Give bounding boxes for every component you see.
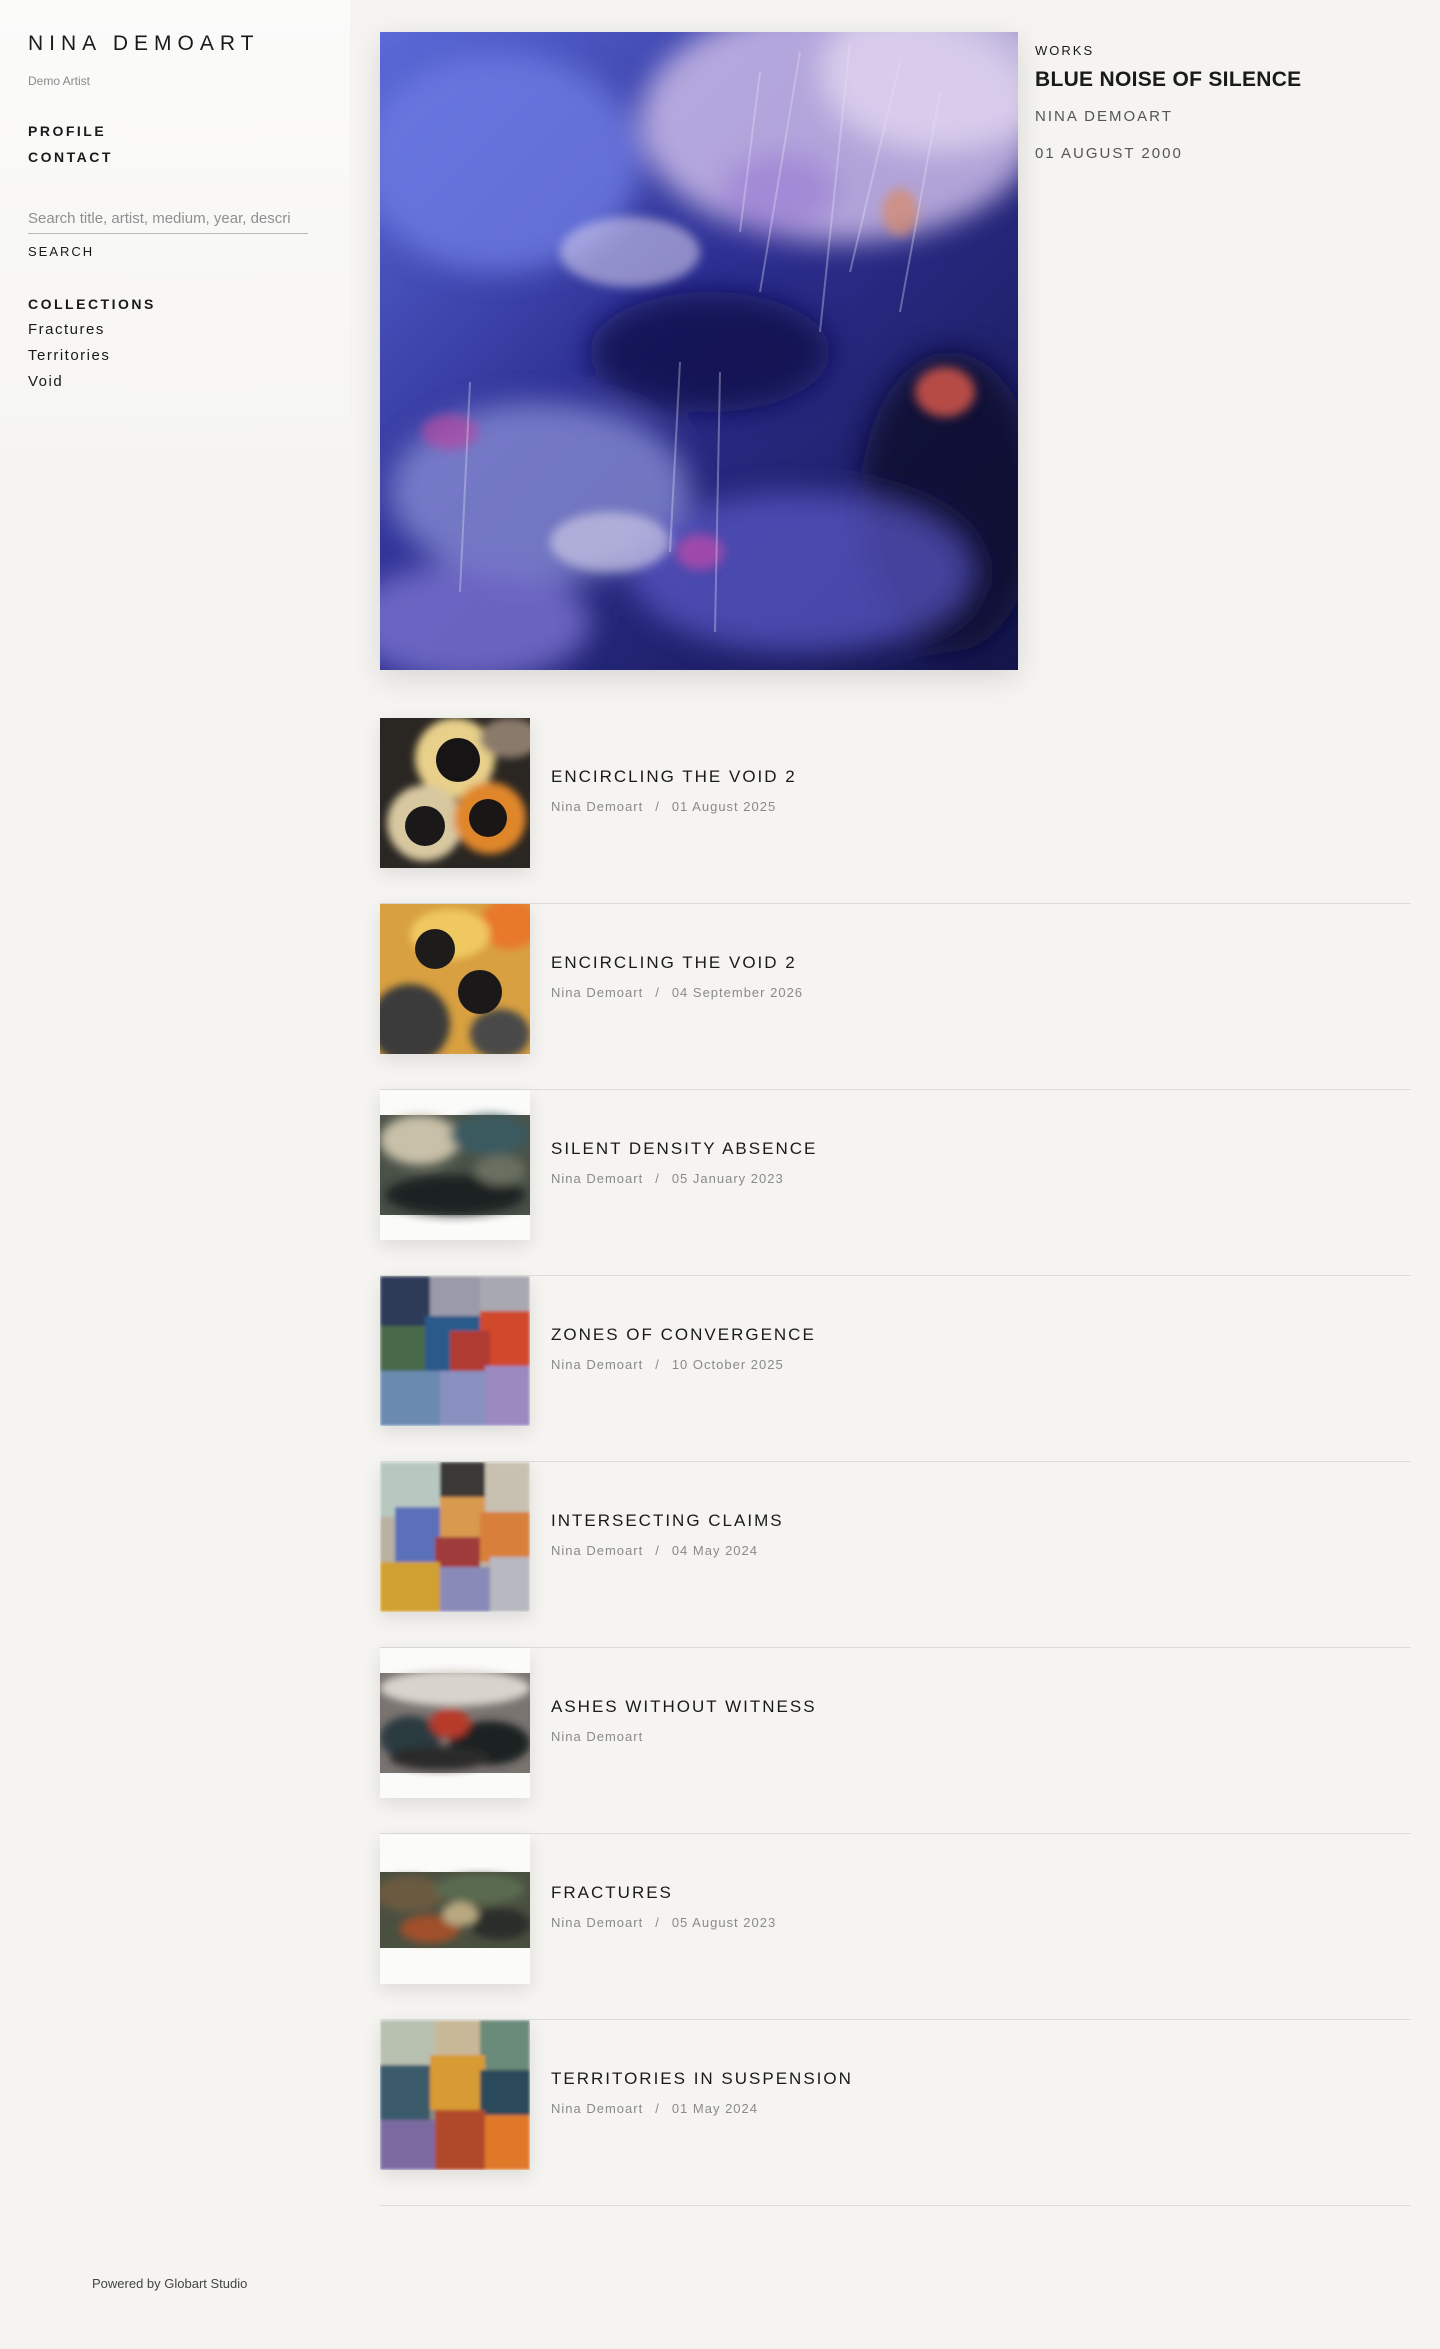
work-artist: Nina Demoart xyxy=(551,1171,644,1186)
work-text: TERRITORIES IN SUSPENSION Nina Demoart / 0… xyxy=(551,2069,853,2116)
featured-artwork-image[interactable] xyxy=(380,32,1018,670)
work-artist: Nina Demoart xyxy=(551,2101,644,2116)
work-text: INTERSECTING CLAIMS Nina Demoart / 04 May … xyxy=(551,1511,784,1558)
page: NINA DEMOART Demo Artist PROFILE CONTACT… xyxy=(0,0,1440,2349)
collection-link-territories[interactable]: Territories xyxy=(28,343,322,369)
work-thumbnail[interactable] xyxy=(380,2020,530,2170)
work-date: 04 September 2026 xyxy=(671,985,804,1000)
work-text: FRACTURES Nina Demoart / 05 August 2023 xyxy=(551,1883,776,1930)
work-meta: Nina Demoart / 01 August 2025 xyxy=(551,799,797,814)
work-row[interactable]: FRACTURES Nina Demoart / 05 August 2023 xyxy=(380,1834,1411,2020)
work-artist: Nina Demoart xyxy=(551,1543,644,1558)
work-title[interactable]: ENCIRCLING THE VOID 2 xyxy=(551,767,797,787)
nav-profile-link[interactable]: PROFILE xyxy=(28,118,322,144)
work-meta: Nina Demoart / 04 May 2024 xyxy=(551,1543,784,1558)
nav-contact-link[interactable]: CONTACT xyxy=(28,144,322,170)
work-artist: Nina Demoart xyxy=(551,799,644,814)
work-text: ENCIRCLING THE VOID 2 Nina Demoart / 01 Au… xyxy=(551,767,797,814)
footer-credit[interactable]: Powered by Globart Studio xyxy=(92,2276,247,2291)
work-title[interactable]: TERRITORIES IN SUSPENSION xyxy=(551,2069,853,2089)
work-title[interactable]: ZONES OF CONVERGENCE xyxy=(551,1325,816,1345)
work-title[interactable]: ASHES WITHOUT WITNESS xyxy=(551,1697,817,1717)
meta-separator: / xyxy=(655,2101,660,2116)
work-meta: Nina Demoart / 01 May 2024 xyxy=(551,2101,853,2116)
work-text: SILENT DENSITY ABSENCE Nina Demoart / 05 J… xyxy=(551,1139,817,1186)
work-row[interactable]: ASHES WITHOUT WITNESS Nina Demoart xyxy=(380,1648,1411,1834)
meta-separator: / xyxy=(655,985,660,1000)
work-text: ZONES OF CONVERGENCE Nina Demoart / 10 Oct… xyxy=(551,1325,816,1372)
work-date: 05 August 2023 xyxy=(671,1915,777,1930)
work-title[interactable]: SILENT DENSITY ABSENCE xyxy=(551,1139,817,1159)
work-row[interactable]: SILENT DENSITY ABSENCE Nina Demoart / 05 J… xyxy=(380,1090,1411,1276)
meta-separator: / xyxy=(655,1357,660,1372)
featured-artist: NINA DEMOART xyxy=(1035,108,1173,125)
search-input[interactable] xyxy=(28,204,308,234)
work-text: ENCIRCLING THE VOID 2 Nina Demoart / 04 Se… xyxy=(551,953,803,1000)
work-title[interactable]: FRACTURES xyxy=(551,1883,776,1903)
meta-separator: / xyxy=(655,799,660,814)
meta-separator: / xyxy=(655,1915,660,1930)
work-artist: Nina Demoart xyxy=(551,1357,644,1372)
work-date: 01 May 2024 xyxy=(671,2101,758,2116)
search-button[interactable]: SEARCH xyxy=(28,244,94,259)
work-meta: Nina Demoart / 10 October 2025 xyxy=(551,1357,816,1372)
work-meta: Nina Demoart / 04 September 2026 xyxy=(551,985,803,1000)
collection-link-void[interactable]: Void xyxy=(28,369,322,395)
work-meta: Nina Demoart / 05 January 2023 xyxy=(551,1171,817,1186)
featured-kicker: WORKS xyxy=(1035,43,1095,58)
work-thumbnail[interactable] xyxy=(380,1648,530,1798)
meta-separator: / xyxy=(655,1543,660,1558)
work-row[interactable]: ENCIRCLING THE VOID 2 Nina Demoart / 04 Se… xyxy=(380,904,1411,1090)
work-date: 05 January 2023 xyxy=(671,1171,784,1186)
works-list: ENCIRCLING THE VOID 2 Nina Demoart / 01 Au… xyxy=(380,718,1411,2206)
work-row[interactable]: INTERSECTING CLAIMS Nina Demoart / 04 May … xyxy=(380,1462,1411,1648)
featured-date: 01 AUGUST 2000 xyxy=(1035,145,1183,162)
featured-info: WORKS BLUE NOISE OF SILENCE NINA DEMOART… xyxy=(1035,43,1415,162)
work-row[interactable]: ZONES OF CONVERGENCE Nina Demoart / 10 Oct… xyxy=(380,1276,1411,1462)
work-meta: Nina Demoart / 05 August 2023 xyxy=(551,1915,776,1930)
search-form: SEARCH xyxy=(28,204,308,261)
site-subtitle: Demo Artist xyxy=(28,74,91,88)
main-nav: PROFILE CONTACT xyxy=(28,118,322,170)
work-artist: Nina Demoart xyxy=(551,1915,644,1930)
work-thumbnail[interactable] xyxy=(380,1462,530,1612)
collections-heading: COLLECTIONS xyxy=(28,296,156,312)
work-thumbnail[interactable] xyxy=(380,904,530,1054)
work-artist: Nina Demoart xyxy=(551,1729,644,1744)
work-thumbnail[interactable] xyxy=(380,1834,530,1984)
work-title[interactable]: ENCIRCLING THE VOID 2 xyxy=(551,953,803,973)
sidebar: NINA DEMOART Demo Artist PROFILE CONTACT… xyxy=(0,0,350,450)
work-row[interactable]: ENCIRCLING THE VOID 2 Nina Demoart / 01 Au… xyxy=(380,718,1411,904)
work-date: 10 October 2025 xyxy=(671,1357,784,1372)
work-row[interactable]: TERRITORIES IN SUSPENSION Nina Demoart / 0… xyxy=(380,2020,1411,2206)
meta-separator: / xyxy=(655,1171,660,1186)
featured-title: BLUE NOISE OF SILENCE xyxy=(1035,68,1302,91)
collections-menu: COLLECTIONS Fractures Territories Void xyxy=(28,291,322,395)
collection-link-fractures[interactable]: Fractures xyxy=(28,317,322,343)
work-artist: Nina Demoart xyxy=(551,985,644,1000)
work-text: ASHES WITHOUT WITNESS Nina Demoart xyxy=(551,1697,817,1744)
work-date: 04 May 2024 xyxy=(671,1543,758,1558)
work-thumbnail[interactable] xyxy=(380,1276,530,1426)
work-meta: Nina Demoart xyxy=(551,1729,817,1744)
work-thumbnail[interactable] xyxy=(380,718,530,868)
site-title[interactable]: NINA DEMOART xyxy=(28,32,322,56)
work-thumbnail[interactable] xyxy=(380,1090,530,1240)
work-title[interactable]: INTERSECTING CLAIMS xyxy=(551,1511,784,1531)
work-date: 01 August 2025 xyxy=(671,799,777,814)
